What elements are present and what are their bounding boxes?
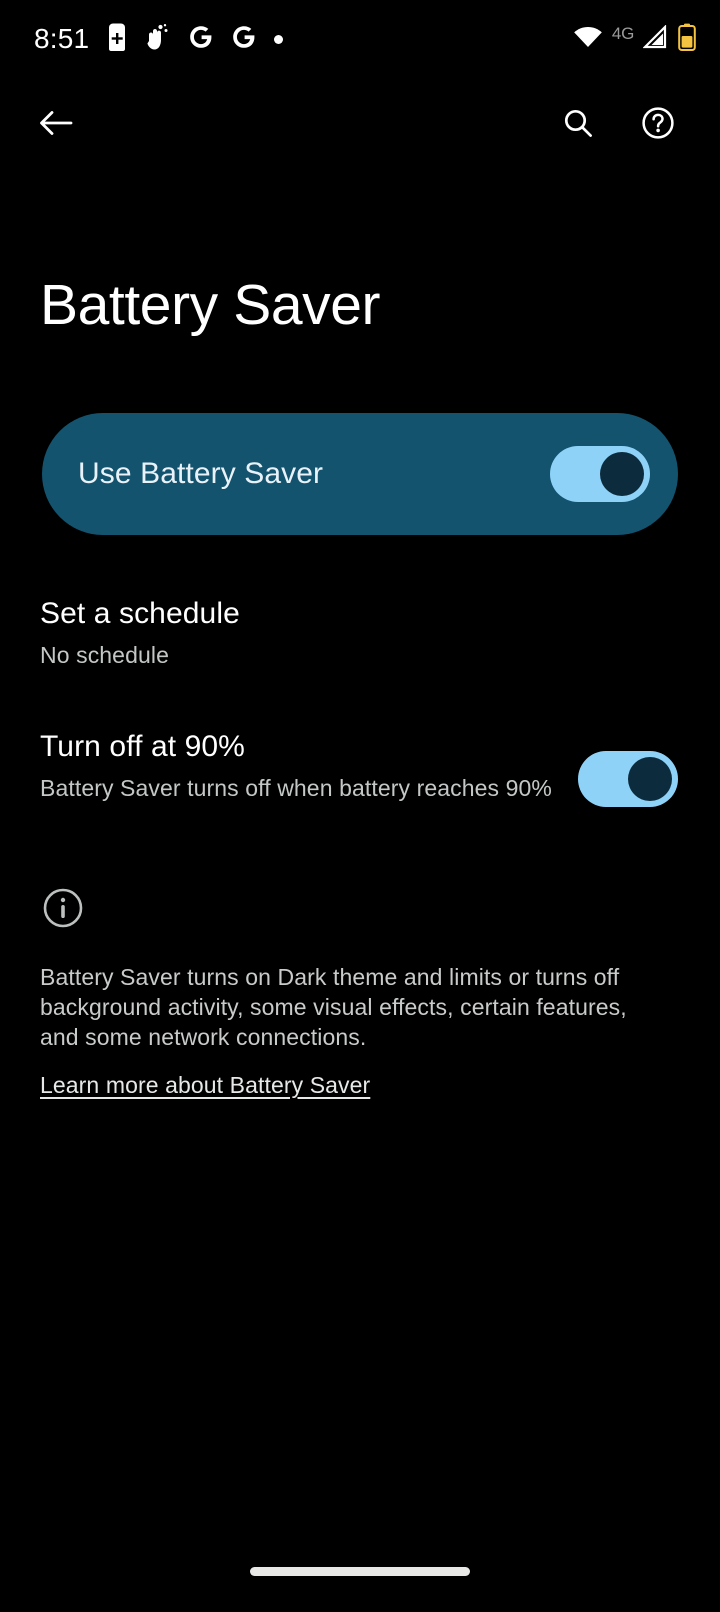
learn-more-link[interactable]: Learn more about Battery Saver — [40, 1070, 370, 1100]
status-bar-right: 4G — [573, 23, 696, 56]
page-title: Battery Saver — [40, 273, 381, 337]
turn-off-at-title: Turn off at 90% — [40, 730, 245, 763]
use-battery-saver-label: Use Battery Saver — [78, 457, 324, 490]
battery-saver-icon — [106, 22, 128, 57]
app-toolbar — [0, 92, 720, 158]
help-button[interactable] — [632, 99, 684, 151]
notification-dot-icon — [274, 34, 284, 44]
set-a-schedule-title: Set a schedule — [40, 597, 240, 630]
google-g-icon — [188, 24, 214, 55]
help-circle-icon — [641, 106, 675, 145]
status-bar-left: 8:51 — [34, 22, 284, 57]
back-arrow-icon — [39, 108, 73, 143]
back-button[interactable] — [30, 99, 82, 151]
cellular-signal-icon — [642, 23, 669, 54]
set-a-schedule-row[interactable]: Set a schedule No schedule — [40, 594, 640, 670]
turn-off-at-switch[interactable] — [578, 751, 678, 807]
status-clock: 8:51 — [34, 23, 90, 54]
switch-thumb — [600, 452, 644, 496]
set-a-schedule-text: Set a schedule No schedule — [40, 594, 640, 670]
turn-off-at-text: Turn off at 90% Battery Saver turns off … — [40, 727, 560, 803]
use-battery-saver-card[interactable]: Use Battery Saver — [42, 413, 678, 535]
wifi-icon — [573, 25, 603, 54]
home-gesture-bar[interactable] — [250, 1567, 470, 1576]
battery-icon — [678, 23, 696, 56]
turn-off-at-subtitle: Battery Saver turns off when battery rea… — [40, 775, 552, 801]
set-a-schedule-subtitle: No schedule — [40, 642, 169, 668]
battery-saver-description: Battery Saver turns on Dark theme and li… — [40, 964, 627, 1050]
search-button[interactable] — [552, 99, 604, 151]
google-g-icon — [231, 24, 257, 55]
network-type-label: 4G — [611, 23, 634, 43]
gesture-hand-icon — [145, 23, 171, 56]
turn-off-at-row[interactable]: Turn off at 90% Battery Saver turns off … — [40, 727, 685, 807]
search-icon — [562, 107, 594, 144]
switch-thumb — [628, 757, 672, 801]
status-bar: 8:51 4G — [0, 0, 720, 78]
info-circle-icon — [42, 887, 84, 929]
use-battery-saver-switch[interactable] — [550, 446, 650, 502]
